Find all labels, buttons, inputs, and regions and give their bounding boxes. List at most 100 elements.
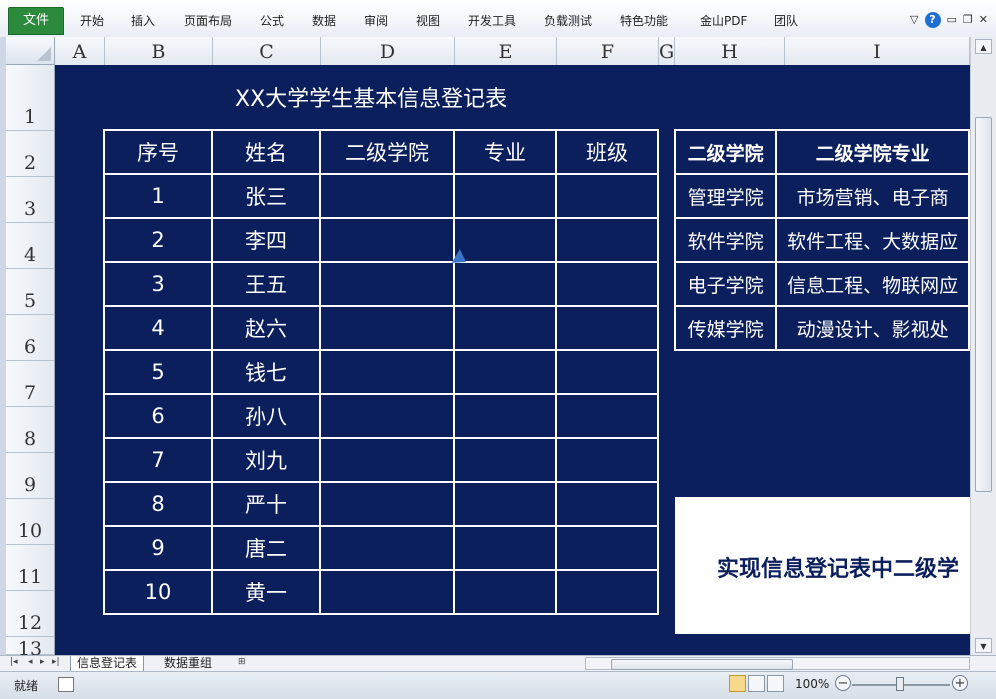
column-header-c[interactable]: C (213, 37, 321, 65)
cell-college[interactable] (319, 393, 455, 439)
column-header-b[interactable]: B (105, 37, 213, 65)
file-tab[interactable]: 文件 (8, 7, 64, 35)
cell-no[interactable]: 6 (103, 393, 213, 439)
column-header-e[interactable]: E (455, 37, 557, 65)
cell-no[interactable]: 7 (103, 437, 213, 483)
row-header-11[interactable]: 11 (6, 545, 55, 591)
tab-developer[interactable]: 开发工具 (468, 12, 516, 29)
cell-major[interactable] (453, 437, 557, 483)
tab-insert[interactable]: 插入 (131, 12, 155, 29)
horizontal-scrollbar[interactable] (585, 657, 970, 670)
cell-major[interactable] (453, 305, 557, 351)
cell-college[interactable] (319, 437, 455, 483)
cell-class[interactable] (555, 437, 659, 483)
column-header-d[interactable]: D (321, 37, 455, 65)
zoom-slider-knob[interactable] (896, 677, 904, 691)
restore-icon[interactable]: ❐ (963, 10, 973, 30)
cell-college[interactable] (319, 217, 455, 263)
cell-college[interactable]: 传媒学院 (673, 305, 778, 351)
cell-no[interactable]: 3 (103, 261, 213, 307)
header-cell-college[interactable]: 二级学院 (673, 129, 778, 175)
zoom-out-icon[interactable]: − (835, 675, 851, 691)
scroll-up-icon[interactable]: ▲ (975, 39, 992, 54)
row-header-8[interactable]: 8 (6, 407, 55, 453)
cell-college[interactable]: 软件学院 (673, 217, 778, 263)
macro-record-icon[interactable] (58, 677, 74, 692)
cell-name[interactable]: 孙八 (211, 393, 321, 439)
cell-name[interactable]: 刘九 (211, 437, 321, 483)
minimize-icon[interactable]: ▭ (947, 10, 957, 30)
column-header-f[interactable]: F (557, 37, 659, 65)
cell-college[interactable] (319, 349, 455, 395)
cell-college[interactable]: 电子学院 (673, 261, 778, 307)
ribbon-collapse-icon[interactable]: ▽ (910, 10, 918, 30)
column-header-a[interactable]: A (55, 37, 105, 65)
cell-college[interactable] (319, 173, 455, 219)
cell-class[interactable] (555, 349, 659, 395)
cell-college[interactable] (319, 525, 455, 571)
first-sheet-icon[interactable]: |◂ (10, 657, 18, 667)
cell-class[interactable] (555, 481, 659, 527)
cell-major[interactable] (453, 481, 557, 527)
cell-college[interactable] (319, 569, 455, 615)
tab-review[interactable]: 审阅 (364, 12, 388, 29)
vertical-scroll-thumb[interactable] (975, 117, 992, 492)
row-header-9[interactable]: 9 (6, 453, 55, 499)
scroll-down-icon[interactable]: ▼ (975, 638, 992, 653)
cell-class[interactable] (555, 261, 659, 307)
cell-name[interactable]: 李四 (211, 217, 321, 263)
vertical-scrollbar[interactable]: ▲ ▼ (970, 37, 996, 655)
header-cell-no[interactable]: 序号 (103, 129, 213, 175)
cell-college[interactable] (319, 261, 455, 307)
cell-class[interactable] (555, 569, 659, 615)
column-header-i[interactable]: I (785, 37, 970, 65)
sheet-tab-info[interactable]: 信息登记表 (70, 656, 145, 672)
zoom-in-icon[interactable]: + (952, 675, 968, 691)
worksheet-grid[interactable]: XX大学学生基本信息登记表 序号 姓名 二级学院 专业 班级 1 张三 2 李四 3… (55, 65, 970, 655)
header-cell-majors[interactable]: 二级学院专业 (775, 129, 970, 175)
row-header-4[interactable]: 4 (6, 223, 55, 269)
cell-class[interactable] (555, 217, 659, 263)
row-header-7[interactable]: 7 (6, 361, 55, 407)
cell-college[interactable] (319, 481, 455, 527)
zoom-level[interactable]: 100% (795, 677, 829, 691)
row-header-12[interactable]: 12 (6, 591, 55, 637)
cell-no[interactable]: 4 (103, 305, 213, 351)
cell-major[interactable] (453, 349, 557, 395)
cell-class[interactable] (555, 305, 659, 351)
header-cell-class[interactable]: 班级 (555, 129, 659, 175)
cell-name[interactable]: 唐二 (211, 525, 321, 571)
row-header-13[interactable]: 13 (6, 637, 55, 660)
cell-major[interactable] (453, 525, 557, 571)
cell-no[interactable]: 5 (103, 349, 213, 395)
close-icon[interactable]: ✕ (979, 10, 988, 30)
header-cell-major[interactable]: 专业 (453, 129, 557, 175)
row-header-3[interactable]: 3 (6, 177, 55, 223)
row-header-6[interactable]: 6 (6, 315, 55, 361)
normal-view-icon[interactable] (729, 675, 746, 692)
cell-no[interactable]: 10 (103, 569, 213, 615)
cell-no[interactable]: 8 (103, 481, 213, 527)
cell-majors[interactable]: 市场营销、电子商 (775, 173, 970, 219)
sheet-tab-data[interactable]: 数据重组 (158, 656, 218, 671)
cell-major[interactable] (453, 173, 557, 219)
row-header-1[interactable]: 1 (6, 65, 55, 131)
horizontal-scroll-thumb[interactable] (611, 659, 793, 670)
tab-pdf[interactable]: 金山PDF (700, 12, 747, 29)
column-header-g[interactable]: G (659, 37, 675, 65)
cell-name[interactable]: 黄一 (211, 569, 321, 615)
tab-formulas[interactable]: 公式 (260, 12, 284, 29)
cell-major[interactable] (453, 261, 557, 307)
cell-majors[interactable]: 信息工程、物联网应 (775, 261, 970, 307)
column-header-h[interactable]: H (675, 37, 785, 65)
tab-data[interactable]: 数据 (312, 12, 336, 29)
cell-majors[interactable]: 动漫设计、影视处 (775, 305, 970, 351)
cell-name[interactable]: 王五 (211, 261, 321, 307)
cell-major[interactable] (453, 393, 557, 439)
cell-majors[interactable]: 软件工程、大数据应 (775, 217, 970, 263)
note-textbox[interactable]: 实现信息登记表中二级学 (675, 497, 970, 634)
tab-load-test[interactable]: 负载测试 (544, 12, 592, 29)
tab-home[interactable]: 开始 (80, 12, 104, 29)
header-cell-college[interactable]: 二级学院 (319, 129, 455, 175)
cell-no[interactable]: 9 (103, 525, 213, 571)
